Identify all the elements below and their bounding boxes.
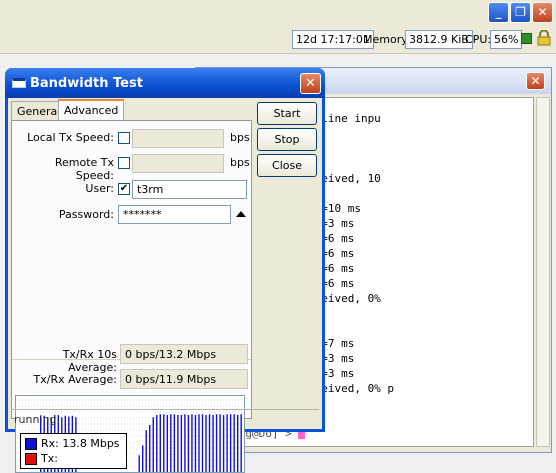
legend-tx-label: Tx:: [41, 452, 58, 465]
lock-icon: [537, 30, 551, 46]
avg10-label: Tx/Rx 10s Average:: [62, 348, 117, 374]
dialog-title: Bandwidth Test: [30, 76, 143, 91]
rx-bar: [145, 430, 147, 472]
datetime-field: 12d 17:17:01: [292, 30, 374, 49]
terminal-scrollbar[interactable]: [536, 97, 550, 447]
stop-button[interactable]: Stop: [257, 128, 317, 151]
minimize-button[interactable]: _: [488, 2, 509, 23]
local-tx-unit: bps: [230, 131, 250, 144]
terminal-close-button[interactable]: ✕: [526, 72, 545, 90]
legend-rx-label: Rx: 13.8 Mbps: [41, 437, 120, 450]
rx-bar: [142, 445, 144, 472]
collapse-arrow-icon[interactable]: [236, 211, 246, 217]
dialog-close-button[interactable]: ✕: [300, 73, 321, 94]
start-button[interactable]: Start: [257, 102, 317, 125]
local-tx-checkbox[interactable]: [118, 132, 130, 144]
user-checkbox[interactable]: ✔: [118, 183, 130, 195]
avg-field: 0 bps/11.9 Mbps: [120, 369, 248, 389]
password-field[interactable]: *******: [118, 205, 231, 224]
rx-swatch: [25, 438, 37, 450]
close-button[interactable]: ✕: [532, 2, 553, 23]
memory-field: 3812.9 KiB: [405, 30, 473, 49]
cpu-field: 56%: [490, 30, 523, 49]
rx-bar: [149, 424, 151, 472]
remote-tx-checkbox[interactable]: [118, 157, 130, 169]
remote-tx-label: Remote Tx Speed:: [54, 156, 114, 182]
cpu-label: CPU:: [465, 33, 492, 46]
dialog-title-bar[interactable]: Bandwidth Test ✕: [5, 68, 325, 98]
dialog-status-text: running...: [11, 409, 319, 427]
status-bar: 12d 17:17:01 Memory: 3812.9 KiB CPU: 56%: [0, 26, 556, 54]
close-dialog-button[interactable]: Close: [257, 154, 317, 177]
bandwidth-test-dialog: Bandwidth Test ✕ General Advanced Local …: [5, 68, 325, 473]
status-indicator-icon: [521, 33, 532, 44]
tab-advanced[interactable]: Advanced: [58, 99, 125, 122]
window-caption-bar: _ ❐ ✕: [0, 0, 556, 26]
dialog-body: General Advanced Local Tx Speed: bps Rem…: [8, 98, 322, 473]
restore-button[interactable]: ❐: [510, 2, 531, 23]
avg-label: Tx/Rx Average:: [33, 373, 117, 386]
tx-swatch: [25, 453, 37, 465]
password-label: Password:: [58, 208, 114, 221]
avg10-field: 0 bps/13.2 Mbps: [120, 344, 248, 364]
memory-label: Memory:: [363, 33, 411, 46]
local-tx-label: Local Tx Speed:: [27, 131, 114, 144]
window-icon: [12, 78, 26, 88]
remote-tx-unit: bps: [230, 156, 250, 169]
user-field[interactable]: t3rm: [132, 180, 247, 199]
bandwidth-graph: Rx: 13.8 Mbps Tx:: [15, 395, 245, 473]
local-tx-speed-field[interactable]: [132, 129, 224, 148]
user-label: User:: [85, 182, 114, 195]
legend-rx-row: Rx: 13.8 Mbps: [25, 436, 122, 451]
remote-tx-speed-field[interactable]: [132, 154, 224, 173]
